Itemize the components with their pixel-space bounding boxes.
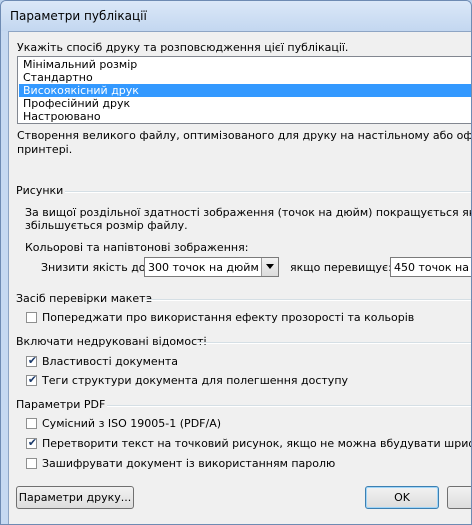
bitmap-text-checkbox[interactable]: ✔ — [26, 436, 38, 449]
encrypt-checkbox[interactable] — [26, 458, 37, 469]
iso-compliant-label[interactable]: Сумісний з ISO 19005-1 (PDF/A) — [42, 417, 221, 430]
design-checker-group-title: Засіб перевірки макета — [16, 292, 153, 305]
window-title: Параметри публікації — [10, 9, 147, 23]
check-icon: ✔ — [27, 354, 38, 367]
bitmap-text-label[interactable]: Перетворити текст на точковий рисунок, я… — [42, 437, 471, 450]
if-exceeds-value: 450 точок на д — [394, 261, 472, 274]
print-method-listbox[interactable]: Мінімальний розмір Стандартно Високоякіс… — [17, 56, 471, 124]
dialog-window: Параметри публікації Укажіть спосіб друк… — [0, 0, 472, 525]
list-item-selected[interactable]: Високоякісний друк — [19, 84, 471, 97]
print-method-prompt: Укажіть спосіб друку та розповсюдження ц… — [17, 41, 349, 54]
group-divider — [107, 405, 471, 407]
group-divider — [197, 342, 471, 344]
check-icon: ✔ — [27, 436, 38, 449]
list-item[interactable]: Мінімальний розмір — [19, 58, 471, 71]
print-method-description-cont: принтері. — [17, 143, 73, 156]
title-bar[interactable]: Параметри публікації — [1, 1, 471, 31]
doc-properties-label[interactable]: Властивості документа — [42, 355, 178, 368]
cancel-button-partial[interactable] — [447, 486, 471, 509]
list-item[interactable]: Професійний друк — [19, 97, 471, 110]
pdf-options-group-title: Параметри PDF — [16, 398, 106, 411]
iso-compliant-checkbox[interactable] — [26, 418, 37, 429]
group-divider — [145, 299, 471, 301]
nonprinting-group-title: Включати недруковані відомості — [16, 335, 207, 348]
transparency-warning-checkbox[interactable] — [26, 312, 37, 323]
pictures-description: За вищої роздільної здатності зображення… — [25, 206, 472, 219]
print-options-button[interactable]: Параметри друку... — [16, 486, 134, 509]
structure-tags-label[interactable]: Теги структури документа для полегшення … — [42, 374, 348, 387]
pictures-group-title: Рисунки — [16, 184, 64, 197]
color-images-label: Кольорові та напівтонові зображення: — [25, 241, 249, 254]
doc-properties-checkbox[interactable]: ✔ — [26, 354, 38, 367]
reduce-quality-value: 300 точок на дюйм — [148, 261, 259, 274]
if-exceeds-label: якщо перевищує: — [290, 261, 392, 274]
encrypt-label[interactable]: Зашифрувати документ із використанням па… — [42, 457, 335, 470]
print-method-description: Створення великого файлу, оптимізованого… — [17, 129, 472, 142]
list-item[interactable]: Стандартно — [19, 71, 471, 84]
reduce-quality-label: Знизити якість до: — [41, 261, 150, 274]
group-divider — [65, 191, 471, 193]
ok-button[interactable]: OK — [365, 486, 439, 509]
transparency-warning-label[interactable]: Попереджати про використання ефекту проз… — [42, 311, 414, 324]
list-item[interactable]: Настроювано — [19, 110, 471, 123]
reduce-quality-dropdown[interactable]: 300 точок на дюйм — [144, 257, 279, 277]
if-exceeds-dropdown[interactable]: 450 точок на д — [390, 257, 472, 277]
pictures-description-cont: збільшується розмір файлу. — [25, 219, 188, 232]
check-icon: ✔ — [27, 373, 38, 386]
chevron-down-icon[interactable] — [261, 258, 278, 276]
structure-tags-checkbox[interactable]: ✔ — [26, 373, 38, 386]
